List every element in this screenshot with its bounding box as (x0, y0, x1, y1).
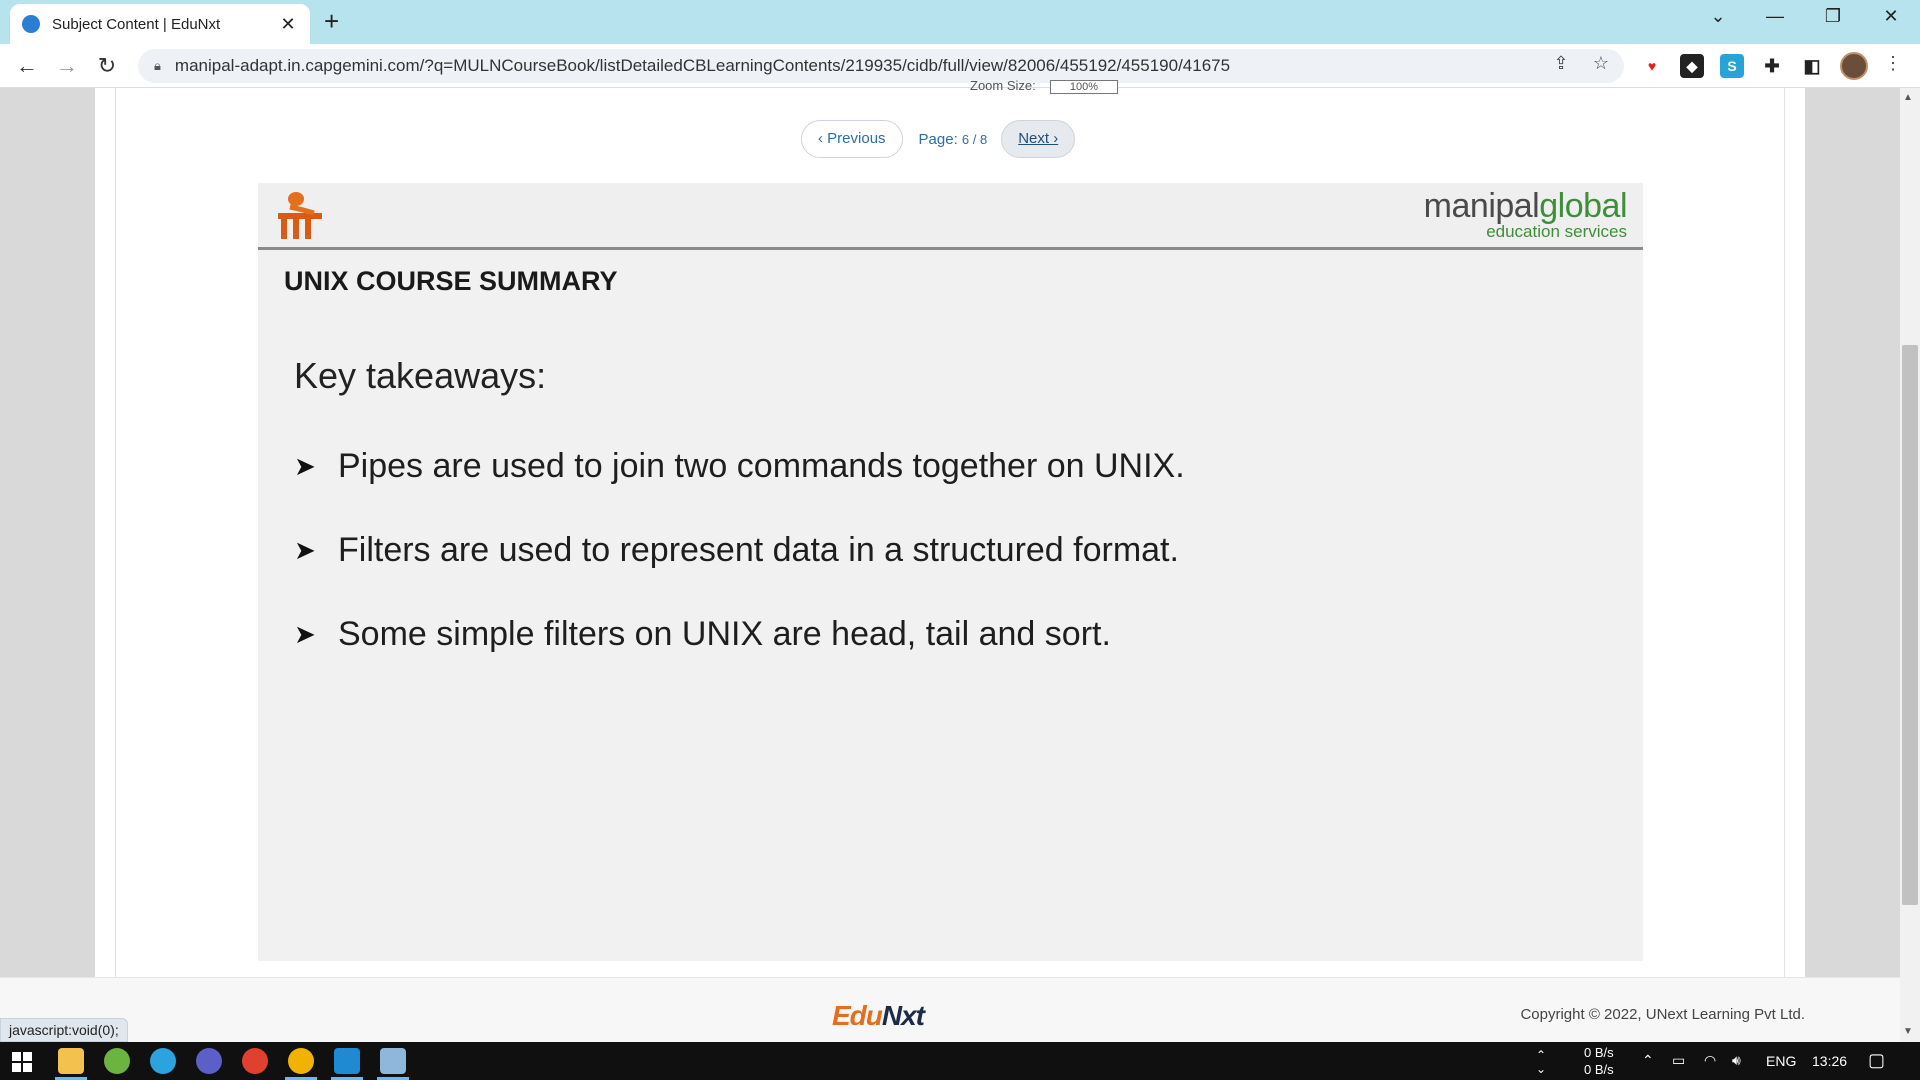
side-panel-icon[interactable]: ◧ (1800, 54, 1824, 78)
zoom-label: Zoom Size: (970, 78, 1036, 93)
media-app-icon[interactable] (196, 1048, 222, 1074)
bullet-item: ➤ Pipes are used to join two commands to… (294, 447, 1185, 486)
edunxt-logo: EduNxt (832, 1000, 925, 1032)
bullet-text: Some simple filters on UNIX are head, ta… (338, 615, 1111, 653)
torrent-app-icon[interactable] (104, 1048, 130, 1074)
net-download: 0 B/s (1584, 1062, 1614, 1077)
status-bar-url: javascript:void(0); (0, 1018, 128, 1042)
bullet-item: ➤ Filters are used to represent data in … (294, 531, 1179, 570)
vscode-icon[interactable] (334, 1048, 360, 1074)
share-icon[interactable]: ⇪ (1548, 53, 1574, 74)
lock-icon[interactable]: 🔒︎ (154, 58, 161, 74)
scrollbar-thumb[interactable] (1902, 345, 1918, 905)
file-explorer-icon[interactable] (58, 1048, 84, 1074)
new-tab-button[interactable]: + (324, 6, 339, 37)
image-viewer-icon[interactable] (380, 1048, 406, 1074)
page-value: 6 / 8 (961, 131, 988, 147)
arrow-bullet-icon: ➤ (294, 535, 316, 565)
tab-strip: Subject Content | EduNxt ✕ + ⌄ — ❐ ✕ (0, 0, 1920, 44)
reload-icon[interactable]: ↻ (92, 52, 122, 82)
bullet-item: ➤ Some simple filters on UNIX are head, … (294, 615, 1111, 654)
bookmark-star-icon[interactable]: ☆ (1588, 53, 1614, 74)
net-upload: 0 B/s (1584, 1045, 1614, 1060)
s-extension-icon[interactable]: S (1720, 54, 1744, 78)
key-takeaways-heading: Key takeaways: (294, 355, 547, 396)
clock[interactable]: 13:26 (1812, 1053, 1847, 1069)
previous-label: Previous (827, 130, 886, 147)
manipal-logo-icon (278, 192, 322, 239)
battery-icon[interactable]: ▭ (1672, 1052, 1685, 1069)
bullet-text: Filters are used to represent data in a … (338, 531, 1179, 569)
page-footer: EduNxt Copyright © 2022, UNext Learning … (0, 977, 1920, 1042)
scroll-down-icon[interactable]: ▼ (1903, 1026, 1913, 1037)
telegram-icon[interactable] (150, 1048, 176, 1074)
close-tab-icon[interactable]: ✕ (278, 14, 298, 35)
tab-title: Subject Content | EduNxt (52, 15, 221, 33)
next-label: Next (1018, 130, 1050, 147)
minimize-icon[interactable]: — (1760, 6, 1790, 27)
edunxt-favicon-icon (22, 15, 40, 33)
copyright-text: Copyright © 2022, UNext Learning Pvt Ltd… (1520, 1006, 1805, 1023)
puzzle-extensions-icon[interactable]: ✚ (1760, 54, 1784, 78)
menu-dots-icon[interactable]: ⋮ (1880, 53, 1906, 74)
pocket-extension-icon[interactable]: ♥ (1640, 54, 1664, 78)
scroll-up-icon[interactable]: ▲ (1903, 92, 1913, 103)
url-text[interactable]: manipal-adapt.in.capgemini.com/?q=MULNCo… (175, 56, 1230, 76)
chrome-profile-icon[interactable] (288, 1048, 314, 1074)
zoom-select[interactable]: 100% (1050, 80, 1118, 94)
wifi-icon[interactable]: ◠ (1704, 1052, 1716, 1069)
manipal-global-brand: manipalglobal education services (1423, 187, 1628, 242)
arrow-bullet-icon: ➤ (294, 619, 316, 649)
slide-header: manipalglobal education services (258, 183, 1643, 250)
page-indicator: Page: 6 / 8 (919, 131, 988, 148)
tab-search-icon[interactable]: ⌄ (1703, 6, 1733, 27)
pager: ‹ Previous Page: 6 / 8 Next › (801, 120, 1076, 158)
slide: manipalglobal education services UNIX CO… (258, 183, 1643, 961)
profile-avatar[interactable] (1840, 52, 1868, 80)
address-bar[interactable]: 🔒︎ manipal-adapt.in.capgemini.com/?q=MUL… (138, 49, 1624, 83)
chrome-icon[interactable] (242, 1048, 268, 1074)
slide-title: UNIX COURSE SUMMARY (284, 266, 618, 296)
brand-global: global (1539, 187, 1627, 225)
brand-manipal: manipal (1423, 187, 1540, 225)
show-hidden-icons[interactable]: ⌃ (1642, 1052, 1654, 1069)
bullet-text: Pipes are used to join two commands toge… (338, 447, 1185, 485)
next-button[interactable]: Next › (1001, 120, 1076, 158)
restore-icon[interactable]: ❐ (1818, 6, 1848, 27)
notifications-icon[interactable]: ▢ (1868, 1050, 1885, 1071)
network-arrows-icon: ⌃ ⌄ (1536, 1048, 1547, 1076)
extension-icon[interactable]: ◆ (1680, 54, 1704, 78)
logo-nxt: Nxt (881, 1000, 925, 1031)
windows-start-icon[interactable] (12, 1052, 32, 1072)
address-bar-row: ← → ↻ 🔒︎ manipal-adapt.in.capgemini.com/… (0, 44, 1920, 88)
logo-edu: Edu (832, 1000, 883, 1031)
arrow-bullet-icon: ➤ (294, 451, 316, 481)
close-window-icon[interactable]: ✕ (1876, 6, 1906, 27)
back-icon[interactable]: ← (12, 52, 42, 82)
page-label: Page: (918, 130, 958, 148)
taskbar: ⌃ ⌄ 0 B/s 0 B/s ⌃ ▭ ◠ 🔊︎ ENG 13:26 ▢ (0, 1042, 1920, 1080)
previous-button[interactable]: ‹ Previous (801, 120, 903, 158)
volume-icon[interactable]: 🔊︎ (1732, 1052, 1741, 1069)
forward-icon[interactable]: → (52, 52, 82, 82)
language-indicator[interactable]: ENG (1766, 1053, 1796, 1069)
browser-tab[interactable]: Subject Content | EduNxt ✕ (10, 4, 310, 44)
